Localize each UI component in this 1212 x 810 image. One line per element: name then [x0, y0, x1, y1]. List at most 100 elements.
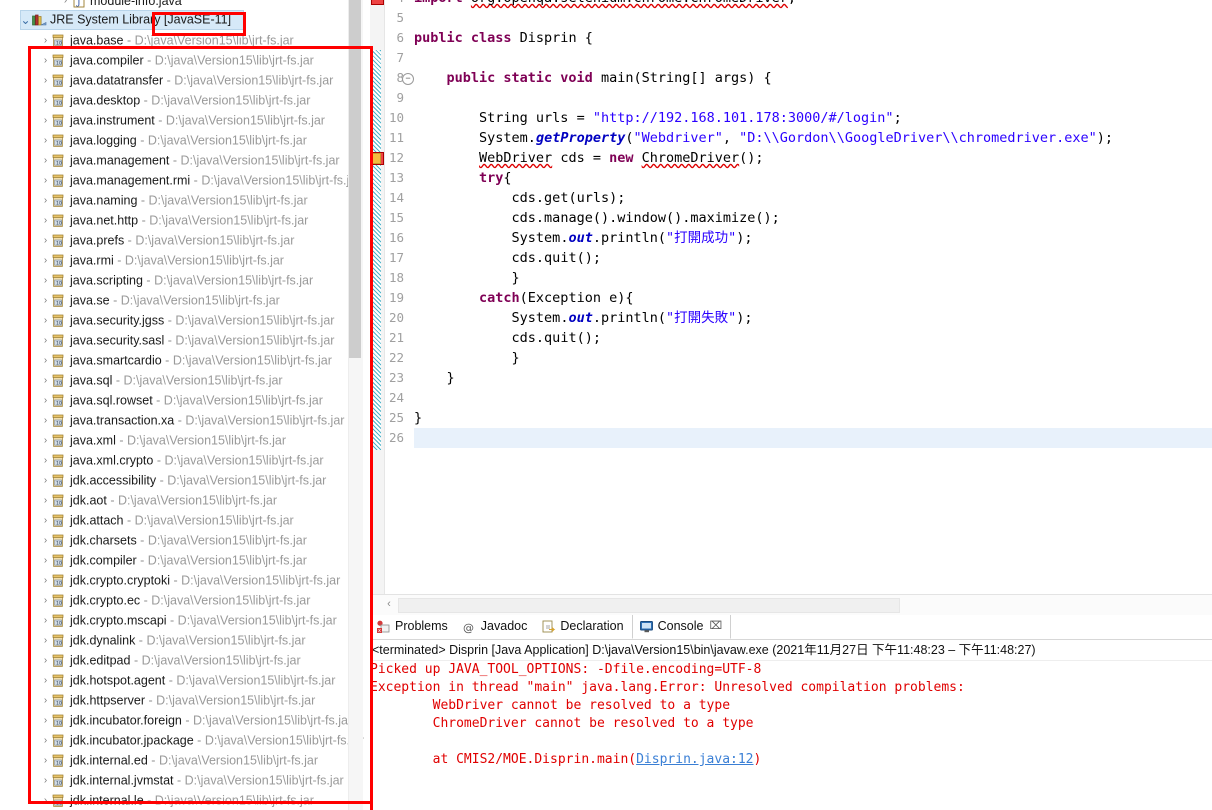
package-explorer-tree[interactable]: › Jmodule-info.java ⌄ JRE System Library [J…	[0, 0, 368, 810]
tree-item-module[interactable]: › 10 java.sql - D:\java\Version15\lib\jrt-…	[0, 370, 368, 390]
tree-item-module[interactable]: › 10 java.management - D:\java\Version15\l…	[0, 150, 368, 170]
expand-arrow-icon[interactable]: ›	[40, 371, 51, 390]
code-line[interactable]: }	[414, 348, 1212, 368]
expand-arrow-icon[interactable]: ›	[40, 51, 51, 70]
code-line[interactable]: cds.quit();	[414, 328, 1212, 348]
expand-arrow-icon[interactable]: ›	[40, 711, 51, 730]
tree-item-module[interactable]: › 10 jdk.internal.jvmstat - D:\java\Versio…	[0, 770, 368, 790]
tree-item-module[interactable]: › 10 jdk.dynalink - D:\java\Version15\lib\…	[0, 630, 368, 650]
expand-arrow-icon[interactable]: ›	[40, 511, 51, 530]
tree-item-module[interactable]: › 10 java.smartcardio - D:\java\Version15\…	[0, 350, 368, 370]
tree-item-module[interactable]: › 10 java.se - D:\java\Version15\lib\jrt-f…	[0, 290, 368, 310]
expand-arrow-icon[interactable]: ›	[40, 671, 51, 690]
expand-arrow-icon[interactable]: ›	[40, 151, 51, 170]
code-line[interactable]: }	[414, 408, 1212, 428]
expand-arrow-icon[interactable]: ›	[40, 451, 51, 470]
tab-declaration[interactable]: Declaration	[535, 615, 631, 638]
code-line[interactable]: cds.quit();	[414, 248, 1212, 268]
code-folding-toggle[interactable]: −	[402, 73, 414, 85]
tree-item-module[interactable]: › 10 java.base - D:\java\Version15\lib\jrt…	[0, 30, 368, 50]
code-line[interactable]: catch(Exception e){	[414, 288, 1212, 308]
tree-item-module[interactable]: › 10 java.transaction.xa - D:\java\Version…	[0, 410, 368, 430]
code-line[interactable]: import org.openqa.selenium.chrome.Chrome…	[414, 0, 1212, 8]
expand-arrow-icon[interactable]: ›	[40, 651, 51, 670]
expand-arrow-icon[interactable]: ›	[40, 71, 51, 90]
expand-arrow-icon[interactable]: ›	[40, 471, 51, 490]
code-line[interactable]: cds.manage().window().maximize();	[414, 208, 1212, 228]
code-line[interactable]: public static void main(String[] args) {	[414, 68, 1212, 88]
tree-item-module[interactable]: › 10 jdk.compiler - D:\java\Version15\lib\…	[0, 550, 368, 570]
expand-arrow-icon[interactable]: ›	[40, 231, 51, 250]
expand-arrow-icon[interactable]: ›	[40, 551, 51, 570]
expand-arrow-icon[interactable]: ›	[40, 391, 51, 410]
expand-arrow-icon[interactable]: ›	[40, 691, 51, 710]
expand-arrow-icon[interactable]: ›	[40, 431, 51, 450]
tree-item-module[interactable]: › 10 java.security.jgss - D:\java\Version1…	[0, 310, 368, 330]
tree-item-module[interactable]: › 10 jdk.incubator.foreign - D:\java\Versi…	[0, 710, 368, 730]
expand-arrow-icon[interactable]: ›	[40, 211, 51, 230]
code-line[interactable]	[414, 388, 1212, 408]
view-tab-bar[interactable]: x Problems @ Javadoc Declaration Console ⌧	[370, 615, 1212, 640]
code-line[interactable]	[414, 88, 1212, 108]
code-line[interactable]	[414, 8, 1212, 28]
expand-arrow-icon[interactable]: ›	[40, 591, 51, 610]
tab-console[interactable]: Console ⌧	[631, 615, 732, 639]
expand-arrow-icon[interactable]: ›	[40, 731, 51, 750]
editor-code-area[interactable]: import org.openqa.selenium.chrome.Chrome…	[414, 0, 1212, 594]
tree-item-module[interactable]: › 10 jdk.editpad - D:\java\Version15\lib\j…	[0, 650, 368, 670]
tree-item-module[interactable]: › 10 jdk.crypto.mscapi - D:\java\Version15…	[0, 610, 368, 630]
expand-arrow-icon[interactable]: ›	[40, 191, 51, 210]
tree-item-module[interactable]: › 10 jdk.hotspot.agent - D:\java\Version15…	[0, 670, 368, 690]
expand-arrow-icon[interactable]: ›	[40, 531, 51, 550]
stacktrace-link[interactable]: Disprin.java:12	[636, 752, 753, 767]
expand-arrow-icon[interactable]: ›	[40, 171, 51, 190]
code-line[interactable]: }	[414, 368, 1212, 388]
editor-horizontal-scrollbar-thumb[interactable]	[398, 598, 900, 613]
tree-item-module[interactable]: › 10 java.xml.crypto - D:\java\Version15\l…	[0, 450, 368, 470]
expand-arrow-icon[interactable]: ›	[40, 251, 51, 270]
expand-arrow-icon[interactable]: ›	[40, 571, 51, 590]
code-line[interactable]: String urls = "http://192.168.101.178:30…	[414, 108, 1212, 128]
tree-item-module[interactable]: › 10 jdk.internal.ed - D:\java\Version15\l…	[0, 750, 368, 770]
code-line[interactable]: System.out.println("打開成功");	[414, 228, 1212, 248]
code-line[interactable]: WebDriver cds = new ChromeDriver();	[414, 148, 1212, 168]
code-line[interactable]: }	[414, 268, 1212, 288]
tree-item-module[interactable]: › 10 java.xml - D:\java\Version15\lib\jrt-…	[0, 430, 368, 450]
expand-arrow-icon[interactable]: ›	[40, 791, 51, 810]
tree-item-module[interactable]: › 10 java.logging - D:\java\Version15\lib\…	[0, 130, 368, 150]
tab-problems[interactable]: x Problems	[370, 615, 456, 638]
tree-item-module-info[interactable]: › Jmodule-info.java	[0, 0, 368, 8]
expand-arrow-icon[interactable]: ›	[40, 631, 51, 650]
code-line[interactable]: cds.get(urls);	[414, 188, 1212, 208]
warning-marker-icon[interactable]	[370, 153, 381, 164]
tree-item-module[interactable]: › 10 java.instrument - D:\java\Version15\l…	[0, 110, 368, 130]
tree-item-module[interactable]: › 10 java.prefs - D:\java\Version15\lib\jr…	[0, 230, 368, 250]
expand-arrow-icon[interactable]: ›	[40, 491, 51, 510]
tree-item-module[interactable]: › 10 jdk.accessibility - D:\java\Version15…	[0, 470, 368, 490]
tree-item-module[interactable]: › 10 java.security.sasl - D:\java\Version1…	[0, 330, 368, 350]
tree-item-jre-system-library[interactable]: ⌄ JRE System Library [JavaSE-11]	[0, 8, 368, 30]
error-marker-icon[interactable]: x	[371, 0, 384, 5]
tree-item-module[interactable]: › 10 java.naming - D:\java\Version15\lib\j…	[0, 190, 368, 210]
code-line[interactable]: try{	[414, 168, 1212, 188]
expand-arrow-icon[interactable]: ›	[40, 291, 51, 310]
code-line[interactable]	[414, 48, 1212, 68]
tree-item-module[interactable]: › 10 java.rmi - D:\java\Version15\lib\jrt-…	[0, 250, 368, 270]
code-line[interactable]: System.out.println("打開失敗");	[414, 308, 1212, 328]
expand-arrow-icon[interactable]: ›	[40, 351, 51, 370]
tree-item-module[interactable]: › 10 jdk.internal.le - D:\java\Version15\l…	[0, 790, 368, 810]
console-output[interactable]: Picked up JAVA_TOOL_OPTIONS: -Dfile.enco…	[370, 661, 1212, 809]
expand-arrow-icon[interactable]: ›	[40, 751, 51, 770]
expand-arrow-icon[interactable]: ›	[40, 411, 51, 430]
editor-horizontal-scrollbar[interactable]: ‹	[370, 594, 1212, 615]
expand-arrow-icon[interactable]: ›	[40, 131, 51, 150]
tab-javadoc[interactable]: @ Javadoc	[456, 615, 536, 638]
expand-arrow-icon[interactable]: ›	[40, 31, 51, 50]
expand-arrow-icon[interactable]: ›	[60, 0, 71, 6]
tree-item-module[interactable]: › 10 java.net.http - D:\java\Version15\lib…	[0, 210, 368, 230]
code-editor[interactable]: 4567891011121314151617181920212223242526…	[370, 0, 1212, 594]
expand-arrow-icon[interactable]: ›	[40, 111, 51, 130]
tree-item-module[interactable]: › 10 jdk.crypto.ec - D:\java\Version15\lib…	[0, 590, 368, 610]
expand-arrow-icon[interactable]: ›	[40, 311, 51, 330]
expand-arrow-icon[interactable]: ›	[40, 331, 51, 350]
